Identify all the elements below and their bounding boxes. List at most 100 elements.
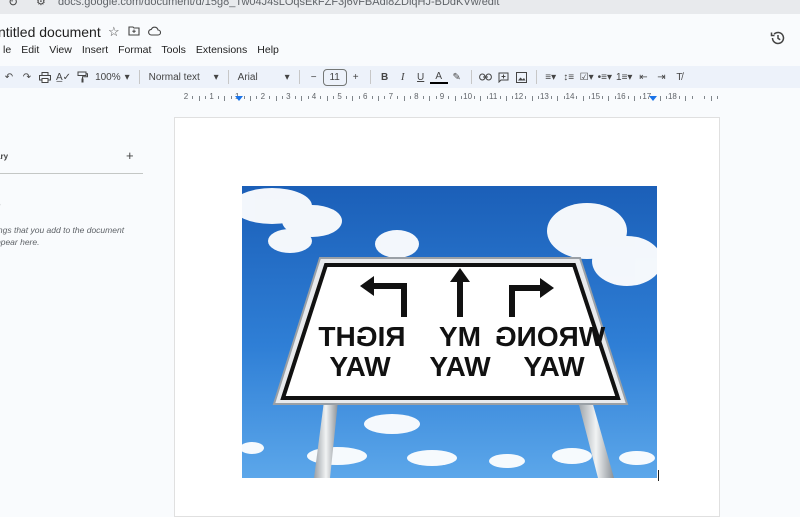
toolbar-divider [370, 70, 371, 84]
decrease-indent-icon[interactable]: ⇤ [634, 68, 652, 86]
outline-hint: ings that you add to the document ppear … [0, 224, 146, 248]
menu-insert[interactable]: Insert [77, 42, 113, 58]
ruler-tick [564, 96, 565, 99]
insert-image-icon[interactable] [513, 68, 531, 86]
ruler-tick [308, 96, 309, 99]
browser-address-bar: ↻ ⚙ docs.google.com/document/d/15g8_Tw04… [0, 0, 800, 14]
undo-icon[interactable]: ↶ [0, 68, 18, 86]
ruler-tick [250, 96, 251, 101]
increase-font-size-icon[interactable]: + [347, 68, 365, 86]
menu-tools[interactable]: Tools [156, 42, 191, 58]
formatting-toolbar: ↶ ↷ A̲✓ 100% ▾ Normal text ▾ Arial ▾ − 1… [0, 66, 800, 88]
zoom-dropdown[interactable]: 100% ▾ [91, 72, 134, 83]
ruler-tick [352, 96, 353, 101]
cloud-saved-icon[interactable] [148, 24, 161, 40]
font-dropdown[interactable]: Arial ▾ [234, 72, 294, 83]
document-page[interactable]: RIGHT WAY MY WAY WRONG WAY [174, 117, 720, 517]
horizontal-ruler[interactable]: 21123456789101112131415161718 [174, 92, 720, 106]
font-size-input[interactable]: 11 [323, 69, 347, 86]
document-title[interactable]: ntitled document [0, 24, 101, 40]
insert-link-icon[interactable] [477, 68, 495, 86]
menu-format[interactable]: Format [113, 42, 156, 58]
text-color-icon[interactable]: A [430, 70, 448, 84]
reload-icon[interactable]: ↻ [8, 0, 18, 9]
outline-hint-line: ppear here. [0, 236, 146, 248]
ruler-number: 2 [184, 92, 188, 101]
ruler-number: 6 [363, 92, 367, 101]
increase-indent-icon[interactable]: ⇥ [652, 68, 670, 86]
site-info-icon[interactable]: ⚙ [36, 0, 46, 8]
ruler-number: 18 [668, 92, 677, 101]
add-comment-icon[interactable] [495, 68, 513, 86]
ruler-tick [429, 96, 430, 101]
ruler-tick [704, 96, 705, 99]
star-icon[interactable]: ☆ [108, 24, 120, 40]
menu-view[interactable]: View [44, 42, 77, 58]
ruler-tick [589, 96, 590, 99]
spellcheck-icon[interactable]: A̲✓ [54, 68, 73, 86]
print-icon[interactable] [36, 68, 54, 86]
numbered-list-icon[interactable]: 1≡▾ [614, 68, 634, 86]
ruler-tick [410, 96, 411, 99]
ruler-tick [397, 96, 398, 99]
menu-edit[interactable]: Edit [16, 42, 44, 58]
inserted-image[interactable]: RIGHT WAY MY WAY WRONG WAY [242, 186, 657, 478]
ruler-number: 13 [540, 92, 549, 101]
ruler-tick [282, 96, 283, 99]
text-cursor [658, 470, 659, 481]
ruler-tick [404, 96, 405, 101]
menu-help[interactable]: Help [252, 42, 284, 58]
ruler-tick [455, 96, 456, 101]
checklist-icon[interactable]: ☑▾ [578, 68, 596, 86]
paragraph-style-dropdown[interactable]: Normal text ▾ [145, 72, 223, 83]
italic-icon[interactable]: I [394, 68, 412, 86]
toolbar-divider [536, 70, 537, 84]
line-spacing-icon[interactable]: ↕≡ [560, 68, 578, 86]
ruler-tick [557, 96, 558, 101]
ruler-tick [525, 96, 526, 99]
ruler-number: 1 [209, 92, 213, 101]
ruler-tick [666, 96, 667, 99]
ruler-number: 10 [463, 92, 472, 101]
move-to-folder-icon[interactable] [128, 24, 140, 40]
sign-text: RIGHT [318, 321, 405, 352]
ruler-tick [512, 96, 513, 99]
right-indent-marker[interactable] [649, 96, 657, 101]
decrease-font-size-icon[interactable]: − [305, 68, 323, 86]
ruler-tick [224, 96, 225, 101]
ruler-tick [717, 96, 718, 99]
bold-icon[interactable]: B [376, 68, 394, 86]
address-url[interactable]: docs.google.com/document/d/15g8_Tw04J4sL… [58, 0, 499, 8]
menu-file[interactable]: le [0, 42, 16, 58]
ruler-tick [576, 96, 577, 99]
ruler-tick [532, 96, 533, 101]
sign-text: MY [439, 321, 481, 352]
bulleted-list-icon[interactable]: •≡▾ [596, 68, 614, 86]
sign-text: WAY [523, 351, 585, 382]
ruler-number: 4 [312, 92, 316, 101]
redo-icon[interactable]: ↷ [18, 68, 36, 86]
title-actions: ☆ [108, 24, 161, 40]
paragraph-style-value: Normal text [149, 72, 200, 83]
ruler-number: 5 [337, 92, 341, 101]
sign-text: WAY [429, 351, 491, 382]
menu-extensions[interactable]: Extensions [191, 42, 252, 58]
menu-bar: le Edit View Insert Format Tools Extensi… [0, 42, 284, 58]
ruler-tick [685, 96, 686, 101]
clear-formatting-icon[interactable]: T̸ [670, 68, 688, 86]
align-icon[interactable]: ≡▾ [542, 68, 560, 86]
highlight-icon[interactable]: ✎ [448, 68, 466, 86]
paint-format-icon[interactable] [73, 68, 91, 86]
version-history-icon[interactable] [770, 30, 786, 50]
ruler-tick [692, 96, 693, 99]
toolbar-divider [139, 70, 140, 84]
underline-icon[interactable]: U [412, 68, 430, 86]
ruler-tick [634, 96, 635, 101]
add-summary-button[interactable]: + [126, 148, 134, 163]
ruler-tick [583, 96, 584, 101]
left-indent-marker[interactable] [235, 96, 243, 101]
ruler-number: 2 [261, 92, 265, 101]
ruler-tick [333, 96, 334, 99]
ruler-tick [359, 96, 360, 99]
ruler-number: 14 [566, 92, 575, 101]
